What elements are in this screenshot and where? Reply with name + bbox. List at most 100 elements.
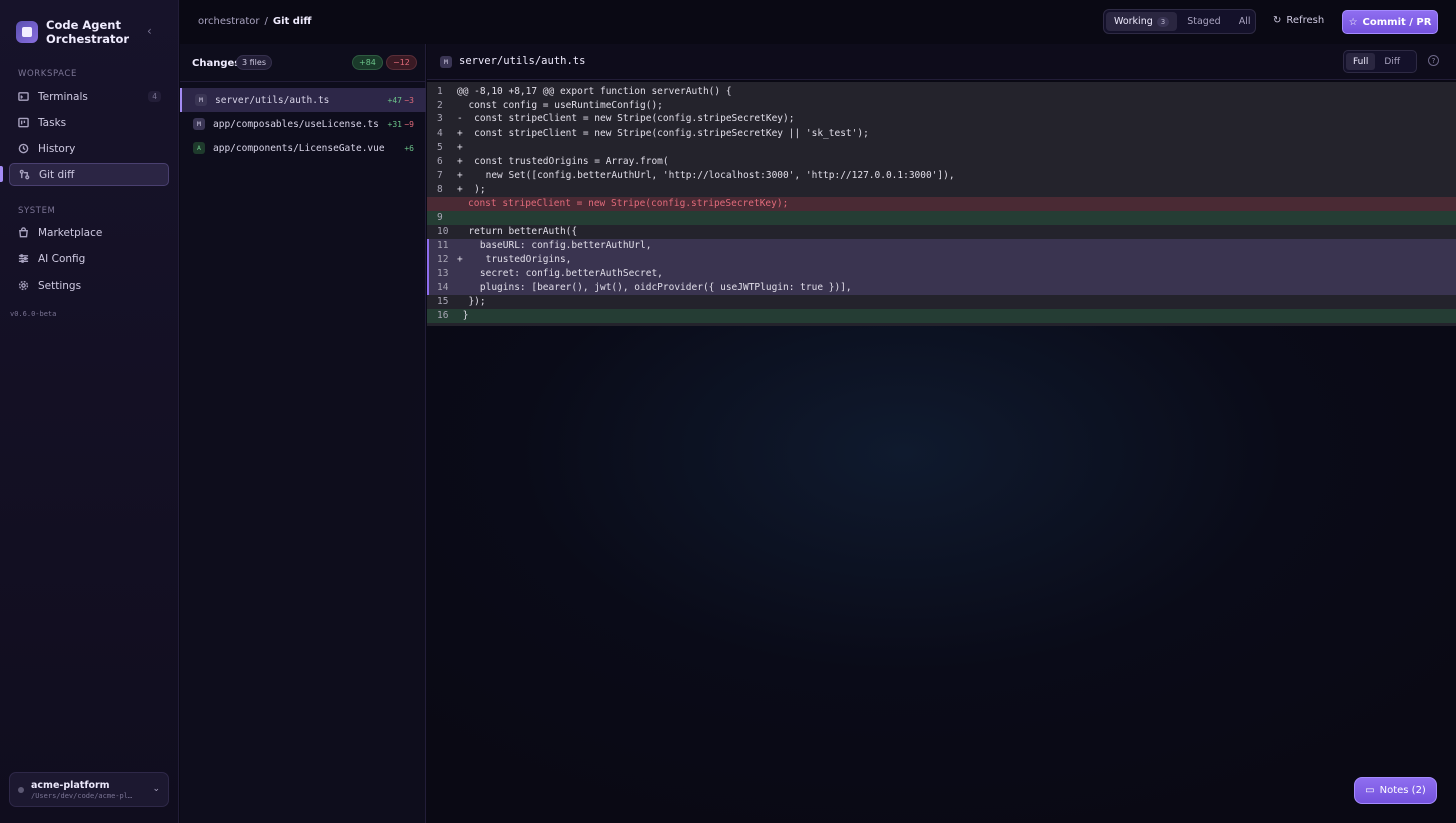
- code-line: 6 + const trustedOrigins = Array.from(: [427, 155, 1456, 169]
- line-text: plugins: [bearer(), jwt(), oidcProvider(…: [457, 282, 852, 293]
- commit-pr-button[interactable]: ☆ Commit / PR: [1342, 10, 1438, 34]
- sidebar-item-terminals[interactable]: Terminals 4: [9, 85, 169, 108]
- tab-all[interactable]: All: [1231, 12, 1259, 31]
- file-additions: +6: [404, 143, 414, 153]
- line-text: return betterAuth({: [457, 226, 578, 237]
- line-number: 1: [437, 86, 443, 97]
- code-line: 15 });: [427, 295, 1456, 309]
- refresh-button[interactable]: ↻ Refresh: [1273, 15, 1324, 26]
- line-number: 11: [437, 240, 449, 251]
- sidebar-item-settings[interactable]: Settings: [9, 274, 169, 297]
- file-deletions: −9: [404, 119, 414, 129]
- active-indicator: [0, 166, 3, 182]
- code-line: 5 +: [427, 141, 1456, 155]
- file-row-use-license[interactable]: M app/composables/useLicense.ts +31 −9: [180, 112, 426, 136]
- git-diff-icon: [19, 169, 30, 180]
- line-number: 7: [437, 170, 443, 181]
- file-row-license-gate[interactable]: A app/components/LicenseGate.vue +6: [180, 136, 426, 160]
- star-icon: ☆: [1348, 16, 1358, 28]
- project-switcher[interactable]: acme-platform /Users/dev/code/acme-pl… ⌄: [9, 772, 169, 807]
- tab-working[interactable]: Working 3: [1106, 12, 1178, 31]
- highlighted-line: 11 baseURL: config.betterAuthUrl,: [427, 239, 1456, 253]
- line-text: secret: config.betterAuthSecret,: [457, 268, 663, 279]
- file-status-badge: M: [193, 118, 205, 130]
- notes-label: Notes (2): [1379, 785, 1426, 796]
- line-text: + new Set([config.betterAuthUrl, 'http:/…: [457, 170, 955, 181]
- files-count-badge: 3 files: [236, 55, 272, 70]
- sidebar-item-label: AI Config: [38, 252, 86, 265]
- breadcrumb-root[interactable]: orchestrator: [198, 16, 260, 27]
- file-path: app/components/LicenseGate.vue: [213, 142, 385, 154]
- gear-icon: [18, 280, 29, 291]
- sidebar-item-history[interactable]: History: [9, 137, 169, 160]
- line-number: 8: [437, 184, 443, 195]
- code-line: 9: [427, 211, 1456, 225]
- line-number: 4: [437, 128, 443, 139]
- editor-header: M server/utils/auth.ts Full Diff ?: [427, 44, 1456, 80]
- sidebar-item-label: Terminals: [38, 90, 88, 103]
- code-line: 3 - const stripeClient = new Stripe(confi…: [427, 112, 1456, 126]
- line-text: + trustedOrigins,: [457, 254, 572, 265]
- line-number: 5: [437, 142, 443, 153]
- sidebar-item-tasks[interactable]: Tasks: [9, 111, 169, 134]
- line-text: const config = useRuntimeConfig();: [457, 100, 663, 111]
- code-line: 1 @@ -8,10 +8,17 @@ export function serve…: [427, 85, 1456, 99]
- line-text: + );: [457, 184, 486, 195]
- highlighted-line: 13 secret: config.betterAuthSecret,: [427, 267, 1456, 281]
- help-icon[interactable]: ?: [1428, 55, 1439, 66]
- notes-button[interactable]: ▭ Notes (2): [1354, 777, 1437, 804]
- changes-panel: Changes 3 files +84 −12 M server/utils/a…: [180, 44, 426, 823]
- changes-title: Changes: [192, 58, 241, 69]
- code-line: 7 + new Set([config.betterAuthUrl, 'http:…: [427, 169, 1456, 183]
- line-text: + const trustedOrigins = Array.from(: [457, 156, 669, 167]
- sidebar-item-label: Tasks: [38, 116, 67, 129]
- code-line: 8 + );: [427, 183, 1456, 197]
- line-number: 6: [437, 156, 443, 167]
- sidebar-item-ai-config[interactable]: AI Config: [9, 247, 169, 270]
- file-deletions: −3: [404, 95, 414, 105]
- view-full-button[interactable]: Full: [1346, 53, 1376, 70]
- file-status-badge: M: [195, 94, 207, 106]
- sidebar-item-label: Settings: [38, 279, 82, 292]
- sliders-icon: [18, 254, 29, 263]
- section-label-system: SYSTEM: [18, 206, 56, 216]
- chevron-down-icon: ⌄: [152, 784, 160, 794]
- line-text: - const stripeClient = new Stripe(config…: [457, 113, 795, 124]
- tab-staged[interactable]: Staged: [1179, 12, 1228, 31]
- breadcrumb-separator: /: [264, 16, 268, 27]
- brand[interactable]: Code Agent Orchestrator: [16, 18, 129, 46]
- commit-pr-label: Commit / PR: [1362, 16, 1432, 28]
- sidebar-item-label: History: [38, 142, 76, 155]
- section-label-workspace: WORKSPACE: [18, 69, 77, 79]
- file-row-auth[interactable]: M server/utils/auth.ts +47 −3: [180, 88, 426, 112]
- app-logo-icon: [16, 21, 38, 43]
- tab-label: Working: [1114, 16, 1153, 27]
- deletions-badge: −12: [386, 55, 417, 70]
- line-number: 2: [437, 100, 443, 111]
- line-number: 12: [437, 254, 449, 265]
- breadcrumb: orchestrator / Git diff: [198, 16, 312, 27]
- file-path: server/utils/auth.ts: [215, 94, 330, 106]
- line-text: @@ -8,10 +8,17 @@ export function server…: [457, 86, 732, 97]
- app-version: v0.6.0-beta: [10, 310, 57, 318]
- file-status-badge: M: [440, 56, 452, 68]
- sidebar-item-git-diff[interactable]: Git diff: [9, 163, 169, 186]
- history-icon: [18, 143, 29, 154]
- deleted-line: const stripeClient = new Stripe(config.s…: [427, 197, 1456, 211]
- collapse-sidebar-icon[interactable]: ‹: [147, 24, 152, 38]
- code-line: 10 return betterAuth({: [427, 225, 1456, 239]
- terminal-icon: [18, 92, 29, 101]
- view-diff-button[interactable]: Diff: [1377, 53, 1407, 70]
- chat-icon: ▭: [1365, 785, 1375, 796]
- code-line: 2 const config = useRuntimeConfig();: [427, 99, 1456, 113]
- sidebar-item-label: Git diff: [39, 168, 75, 181]
- code-line: 4 + const stripeClient = new Stripe(confi…: [427, 127, 1456, 141]
- project-status-icon: [18, 787, 24, 793]
- sidebar-item-marketplace[interactable]: Marketplace: [9, 221, 169, 244]
- line-number: 10: [437, 226, 449, 237]
- sidebar-item-label: Marketplace: [38, 226, 103, 239]
- refresh-label: Refresh: [1286, 15, 1325, 26]
- project-path: /Users/dev/code/acme-pl…: [31, 792, 133, 800]
- line-text: }: [457, 310, 469, 321]
- code-view[interactable]: 1 @@ -8,10 +8,17 @@ export function serve…: [427, 82, 1456, 326]
